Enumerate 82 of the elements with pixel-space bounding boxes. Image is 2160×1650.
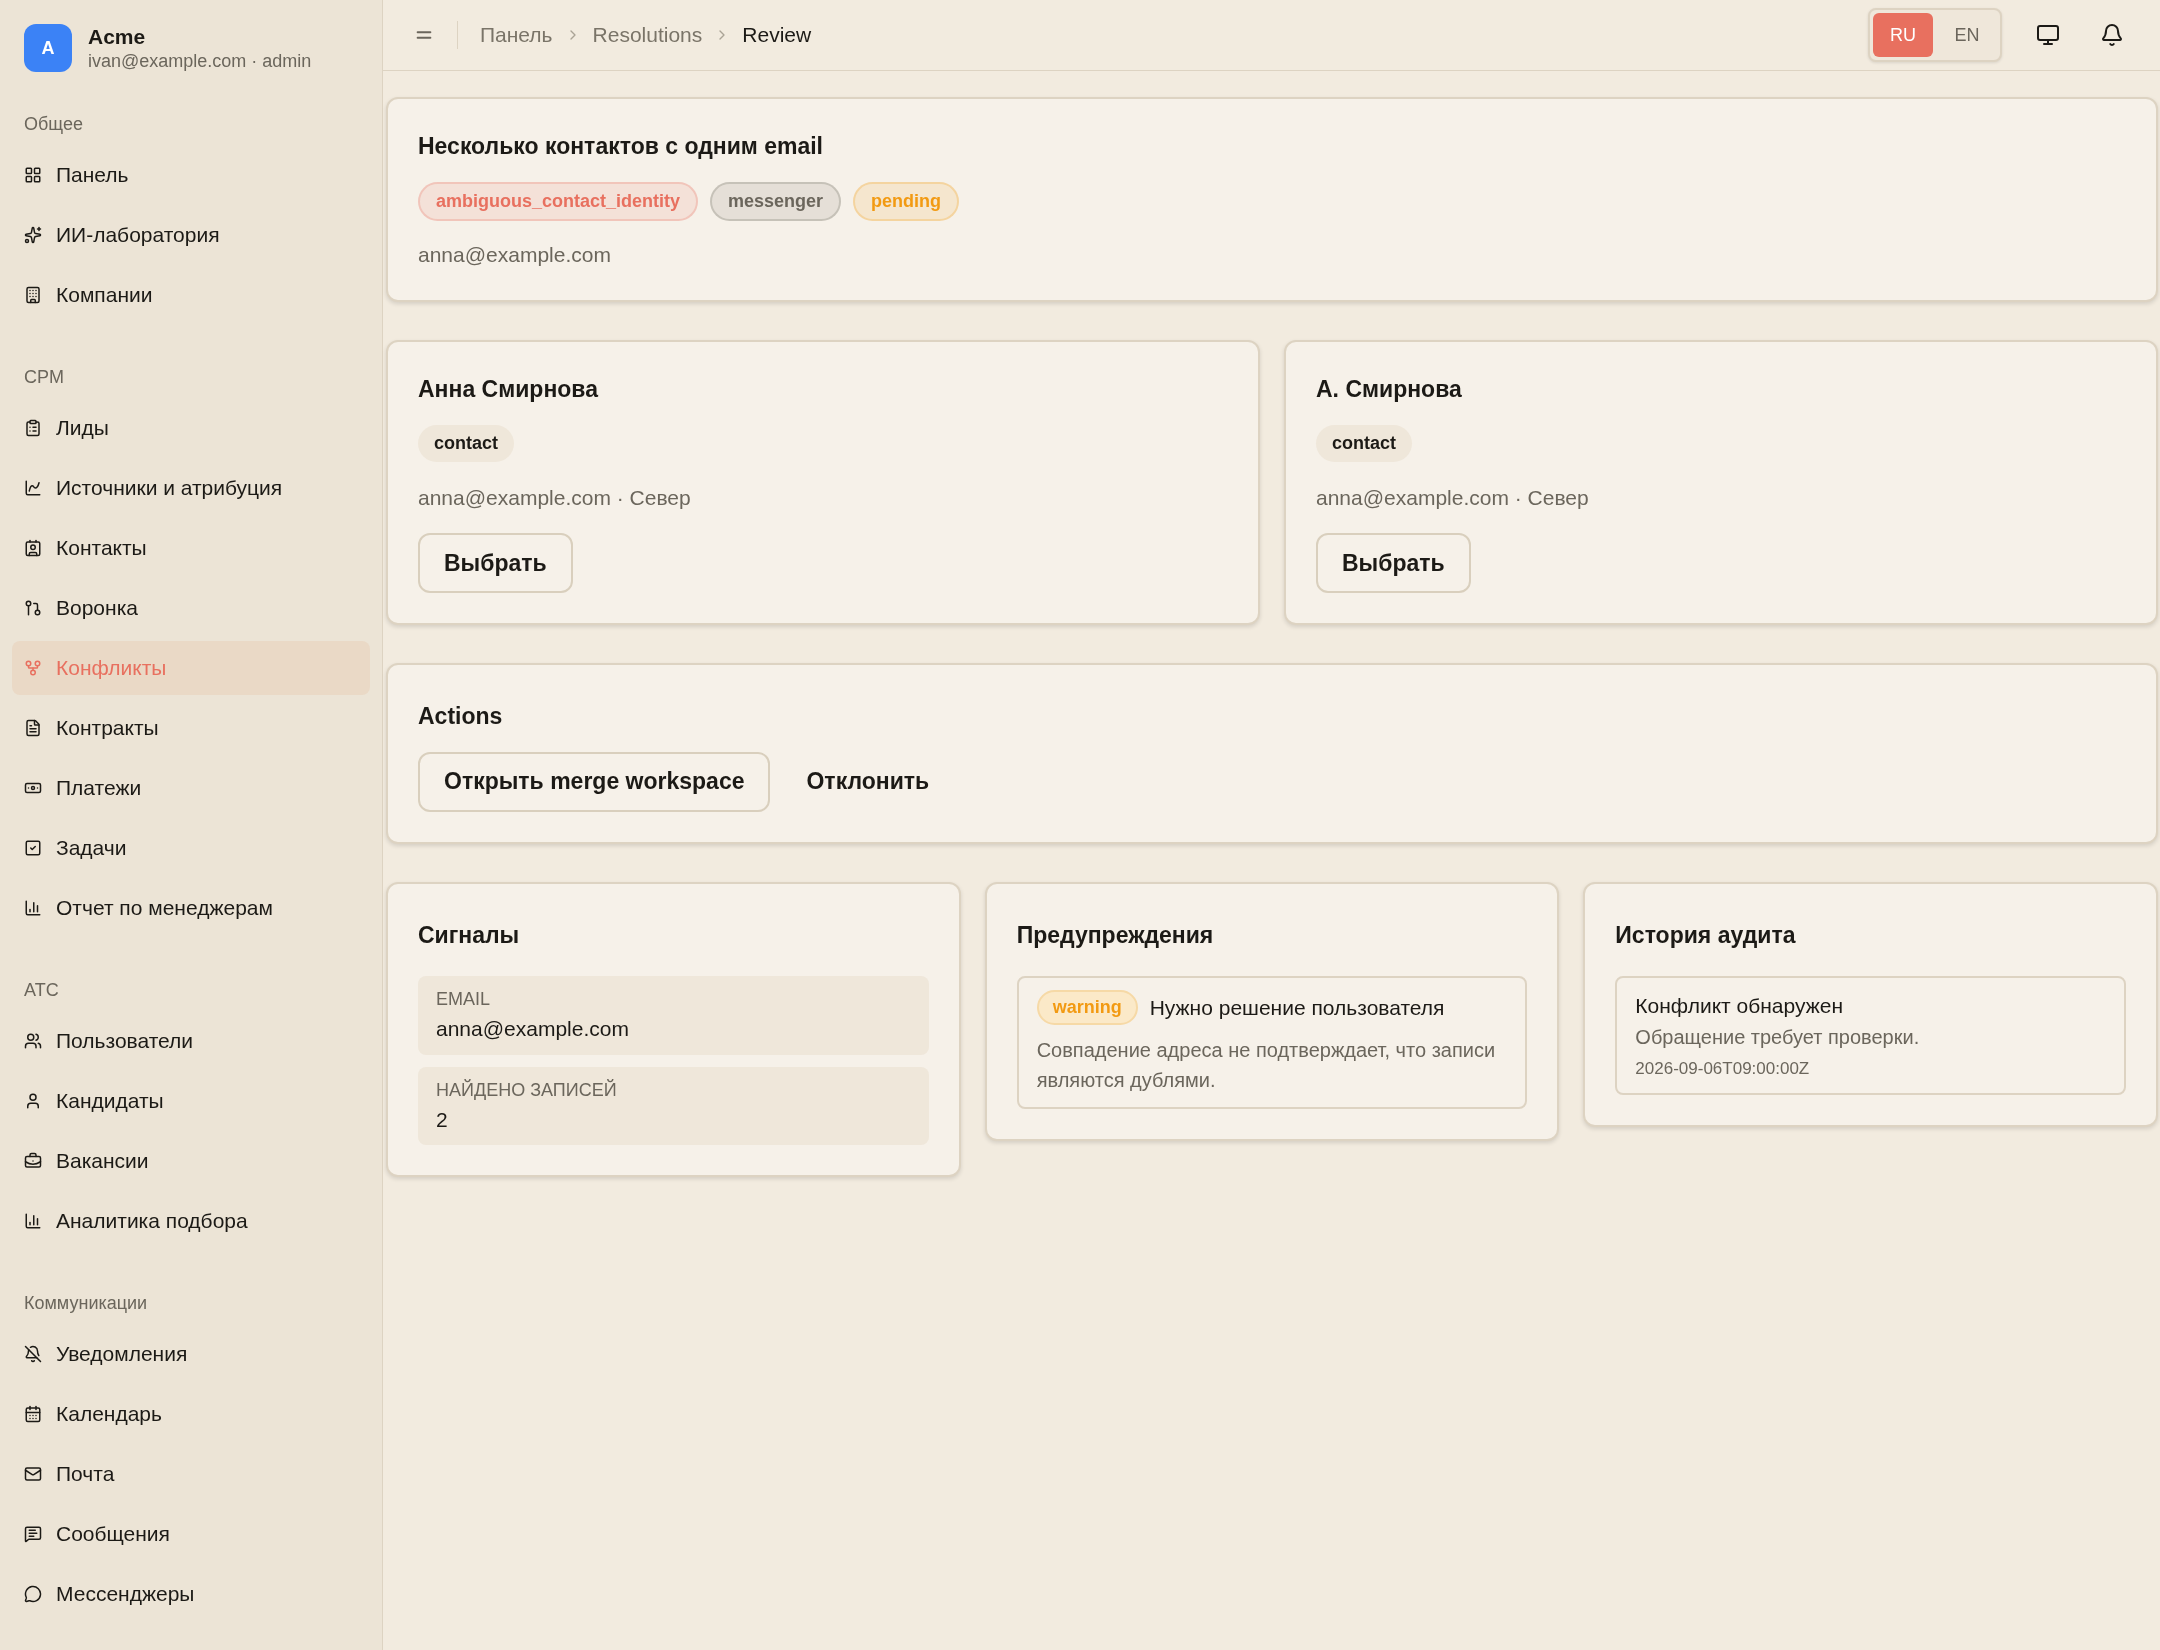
monitor-icon[interactable] [2036,23,2060,47]
audit-title: Конфликт обнаружен [1635,993,1844,1019]
contact-details: anna@example.com · Север [1316,484,1590,511]
select-button[interactable]: Выбрать [418,533,573,593]
branch-icon [24,598,42,617]
warning-text: Совпадение адреса не подтверждает, что записи являются дублями. [1036,1038,1497,1093]
warning-title: Нужно решение пользователя [1149,994,1445,1021]
card-title: Actions [418,702,504,731]
nav-item[interactable]: Лиды [12,400,370,455]
card-title: Предупреждения [1016,920,1215,950]
nav-item[interactable]: Источники и атрибуция [12,460,370,515]
section-heading: Коммуникации [23,1291,149,1315]
nav-item[interactable]: Почта [12,1446,370,1501]
signal-label: EMAIL [436,988,492,1011]
nav-item[interactable]: Пользователи [12,1013,370,1068]
select-button[interactable]: Выбрать [1316,533,1471,593]
breadcrumb: Review [742,22,812,49]
reject-button[interactable]: Отклонить [784,751,952,812]
language-option[interactable]: EN [1937,13,1997,57]
card-title: А. Смирнова [1316,375,1463,404]
bell-off-icon [24,1344,42,1363]
nav-item[interactable]: Кандидаты [12,1073,370,1128]
bar-chart-icon [24,1211,42,1230]
section-heading: ATC [23,978,60,1002]
card-title: Несколько контактов с одним email [418,132,824,161]
account-email: ivan@example.com · admin [88,50,312,73]
breadcrumb[interactable]: Resolutions [592,19,703,51]
grid-icon [24,165,42,184]
sparkles-icon [24,225,42,244]
chat-bubble-icon [24,1584,42,1603]
briefcase-icon [24,1151,42,1170]
nav-item[interactable]: Контракты [12,700,370,755]
bar-chart-icon [24,898,42,917]
tag: pending [853,181,960,221]
contact-details: anna@example.com · Север [418,484,692,511]
nav-item[interactable]: ИИ-лаборатория [12,207,370,262]
audit-time: 2026-09-06T09:00:00Z [1635,1057,1811,1080]
tag: messenger [710,181,842,221]
calendar-icon [24,1404,42,1423]
nav-item[interactable]: Уведомления [12,1326,370,1381]
merge-button[interactable]: Открыть merge workspace [418,751,771,812]
tag: ambiguous_contact_identity [418,181,699,221]
mail-icon [24,1464,42,1483]
audit-text: Обращение требует проверки. [1635,1024,1921,1050]
nav-item[interactable]: Аналитика подбора [12,1193,370,1248]
signal-label: НАЙДЕНО ЗАПИСЕЙ [436,1078,618,1102]
nav-item[interactable]: Задачи [12,820,370,875]
signal-value: anna@example.com [436,1016,630,1042]
email-text: anna@example.com [418,241,612,268]
nav-item[interactable]: Отчет по менеджерам [12,880,370,935]
nav-item[interactable]: Сообщения [12,1506,370,1561]
account-name: Acme [88,24,147,50]
nav-item[interactable]: Вакансии [12,1133,370,1188]
notifications-icon[interactable] [2100,23,2124,47]
card-title: Сигналы [418,920,521,950]
warning-badge: warning [1036,990,1138,1025]
section-heading: CPM [23,365,65,389]
document-icon [24,718,42,737]
building-icon [24,285,42,304]
clipboard-icon [24,418,42,437]
users-icon [24,1031,42,1050]
nav-item[interactable]: Панель [12,147,370,202]
card-title: Анна Смирнова [418,375,600,404]
nav-item[interactable]: Платежи [12,760,370,815]
nav-item[interactable]: Календарь [12,1386,370,1441]
message-icon [24,1524,42,1543]
nav-item[interactable]: Воронка [12,580,370,635]
card-title: История аудита [1615,920,1797,950]
section-heading: Общее [23,112,84,136]
chart-icon [24,478,42,497]
nav-item[interactable]: Мессенджеры [12,1566,370,1621]
user-icon [24,1091,42,1110]
tag: contact [418,424,514,462]
checkbox-icon [24,838,42,857]
breadcrumb[interactable]: Панель [480,19,553,51]
nav-item[interactable]: Компании [12,267,370,322]
avatar: A [24,24,72,73]
nav-item[interactable]: Контакты [12,520,370,575]
fork-icon [24,658,42,677]
signal-value: 2 [436,1106,449,1133]
tag: contact [1316,424,1412,462]
contact-card-icon [24,538,42,557]
